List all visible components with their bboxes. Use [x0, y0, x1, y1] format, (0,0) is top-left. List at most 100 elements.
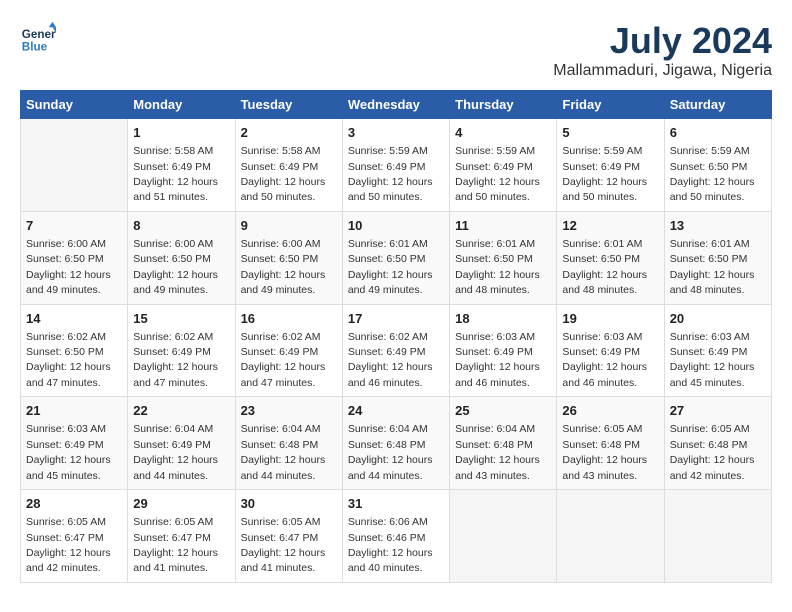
- day-sunrise: Sunrise: 6:03 AM: [562, 331, 642, 343]
- day-sunrise: Sunrise: 6:02 AM: [348, 331, 428, 343]
- day-daylight: Daylight: 12 hours and 46 minutes.: [562, 361, 647, 388]
- day-number: 13: [670, 217, 766, 235]
- day-cell: 8 Sunrise: 6:00 AM Sunset: 6:50 PM Dayli…: [128, 211, 235, 304]
- day-number: 29: [133, 495, 229, 513]
- week-row-0: 1 Sunrise: 5:58 AM Sunset: 6:49 PM Dayli…: [21, 119, 772, 212]
- day-cell: 25 Sunrise: 6:04 AM Sunset: 6:48 PM Dayl…: [450, 397, 557, 490]
- day-daylight: Daylight: 12 hours and 46 minutes.: [455, 361, 540, 388]
- svg-text:Blue: Blue: [22, 41, 48, 54]
- day-cell: 30 Sunrise: 6:05 AM Sunset: 6:47 PM Dayl…: [235, 490, 342, 583]
- day-cell: [664, 490, 771, 583]
- day-daylight: Daylight: 12 hours and 50 minutes.: [241, 176, 326, 203]
- logo-icon: General Blue: [20, 20, 56, 56]
- day-daylight: Daylight: 12 hours and 47 minutes.: [133, 361, 218, 388]
- day-sunrise: Sunrise: 5:59 AM: [348, 145, 428, 157]
- day-cell: 20 Sunrise: 6:03 AM Sunset: 6:49 PM Dayl…: [664, 304, 771, 397]
- day-daylight: Daylight: 12 hours and 44 minutes.: [241, 454, 326, 481]
- day-daylight: Daylight: 12 hours and 48 minutes.: [562, 269, 647, 296]
- day-sunrise: Sunrise: 5:58 AM: [133, 145, 213, 157]
- day-daylight: Daylight: 12 hours and 50 minutes.: [455, 176, 540, 203]
- day-sunrise: Sunrise: 6:05 AM: [562, 423, 642, 435]
- day-sunset: Sunset: 6:49 PM: [133, 346, 211, 358]
- location: Mallammaduri, Jigawa, Nigeria: [553, 62, 772, 80]
- day-sunset: Sunset: 6:49 PM: [562, 161, 640, 173]
- day-cell: 22 Sunrise: 6:04 AM Sunset: 6:49 PM Dayl…: [128, 397, 235, 490]
- day-cell: [21, 119, 128, 212]
- day-daylight: Daylight: 12 hours and 46 minutes.: [348, 361, 433, 388]
- day-sunset: Sunset: 6:47 PM: [26, 532, 104, 544]
- day-cell: 4 Sunrise: 5:59 AM Sunset: 6:49 PM Dayli…: [450, 119, 557, 212]
- title-area: July 2024 Mallammaduri, Jigawa, Nigeria: [553, 20, 772, 80]
- day-sunset: Sunset: 6:49 PM: [348, 161, 426, 173]
- day-cell: [450, 490, 557, 583]
- day-number: 1: [133, 124, 229, 142]
- day-daylight: Daylight: 12 hours and 45 minutes.: [670, 361, 755, 388]
- calendar-body: 1 Sunrise: 5:58 AM Sunset: 6:49 PM Dayli…: [21, 119, 772, 583]
- day-sunset: Sunset: 6:50 PM: [241, 253, 319, 265]
- day-number: 3: [348, 124, 444, 142]
- day-sunset: Sunset: 6:49 PM: [562, 346, 640, 358]
- day-daylight: Daylight: 12 hours and 44 minutes.: [133, 454, 218, 481]
- header-cell-tuesday: Tuesday: [235, 91, 342, 119]
- day-cell: [557, 490, 664, 583]
- day-sunset: Sunset: 6:46 PM: [348, 532, 426, 544]
- day-number: 11: [455, 217, 551, 235]
- day-number: 23: [241, 402, 337, 420]
- day-sunset: Sunset: 6:48 PM: [455, 439, 533, 451]
- day-sunrise: Sunrise: 6:02 AM: [26, 331, 106, 343]
- day-number: 15: [133, 310, 229, 328]
- day-cell: 28 Sunrise: 6:05 AM Sunset: 6:47 PM Dayl…: [21, 490, 128, 583]
- day-number: 5: [562, 124, 658, 142]
- day-number: 9: [241, 217, 337, 235]
- day-number: 17: [348, 310, 444, 328]
- day-number: 26: [562, 402, 658, 420]
- day-sunset: Sunset: 6:49 PM: [455, 161, 533, 173]
- header-cell-monday: Monday: [128, 91, 235, 119]
- day-cell: 13 Sunrise: 6:01 AM Sunset: 6:50 PM Dayl…: [664, 211, 771, 304]
- day-daylight: Daylight: 12 hours and 49 minutes.: [241, 269, 326, 296]
- day-daylight: Daylight: 12 hours and 49 minutes.: [26, 269, 111, 296]
- day-cell: 15 Sunrise: 6:02 AM Sunset: 6:49 PM Dayl…: [128, 304, 235, 397]
- day-cell: 3 Sunrise: 5:59 AM Sunset: 6:49 PM Dayli…: [342, 119, 449, 212]
- day-sunset: Sunset: 6:49 PM: [455, 346, 533, 358]
- day-daylight: Daylight: 12 hours and 41 minutes.: [241, 547, 326, 574]
- day-number: 19: [562, 310, 658, 328]
- day-cell: 7 Sunrise: 6:00 AM Sunset: 6:50 PM Dayli…: [21, 211, 128, 304]
- logo: General Blue: [20, 20, 56, 56]
- header-row: SundayMondayTuesdayWednesdayThursdayFrid…: [21, 91, 772, 119]
- header: General Blue July 2024 Mallammaduri, Jig…: [20, 20, 772, 80]
- day-daylight: Daylight: 12 hours and 44 minutes.: [348, 454, 433, 481]
- day-sunset: Sunset: 6:49 PM: [241, 161, 319, 173]
- day-cell: 14 Sunrise: 6:02 AM Sunset: 6:50 PM Dayl…: [21, 304, 128, 397]
- header-cell-thursday: Thursday: [450, 91, 557, 119]
- day-sunset: Sunset: 6:49 PM: [133, 161, 211, 173]
- day-sunset: Sunset: 6:48 PM: [562, 439, 640, 451]
- day-sunrise: Sunrise: 5:59 AM: [455, 145, 535, 157]
- day-sunrise: Sunrise: 6:01 AM: [455, 238, 535, 250]
- day-sunrise: Sunrise: 6:01 AM: [670, 238, 750, 250]
- day-cell: 1 Sunrise: 5:58 AM Sunset: 6:49 PM Dayli…: [128, 119, 235, 212]
- day-daylight: Daylight: 12 hours and 49 minutes.: [133, 269, 218, 296]
- day-cell: 19 Sunrise: 6:03 AM Sunset: 6:49 PM Dayl…: [557, 304, 664, 397]
- day-sunset: Sunset: 6:50 PM: [670, 161, 748, 173]
- day-number: 27: [670, 402, 766, 420]
- day-number: 10: [348, 217, 444, 235]
- day-number: 24: [348, 402, 444, 420]
- day-cell: 9 Sunrise: 6:00 AM Sunset: 6:50 PM Dayli…: [235, 211, 342, 304]
- day-daylight: Daylight: 12 hours and 40 minutes.: [348, 547, 433, 574]
- day-sunrise: Sunrise: 6:00 AM: [26, 238, 106, 250]
- day-cell: 12 Sunrise: 6:01 AM Sunset: 6:50 PM Dayl…: [557, 211, 664, 304]
- day-sunset: Sunset: 6:49 PM: [348, 346, 426, 358]
- day-sunrise: Sunrise: 6:01 AM: [348, 238, 428, 250]
- day-daylight: Daylight: 12 hours and 43 minutes.: [455, 454, 540, 481]
- month-title: July 2024: [553, 20, 772, 62]
- calendar-table: SundayMondayTuesdayWednesdayThursdayFrid…: [20, 90, 772, 583]
- day-sunrise: Sunrise: 6:04 AM: [133, 423, 213, 435]
- day-number: 8: [133, 217, 229, 235]
- day-number: 31: [348, 495, 444, 513]
- day-sunset: Sunset: 6:47 PM: [241, 532, 319, 544]
- day-cell: 5 Sunrise: 5:59 AM Sunset: 6:49 PM Dayli…: [557, 119, 664, 212]
- day-number: 20: [670, 310, 766, 328]
- day-sunrise: Sunrise: 6:02 AM: [133, 331, 213, 343]
- day-number: 21: [26, 402, 122, 420]
